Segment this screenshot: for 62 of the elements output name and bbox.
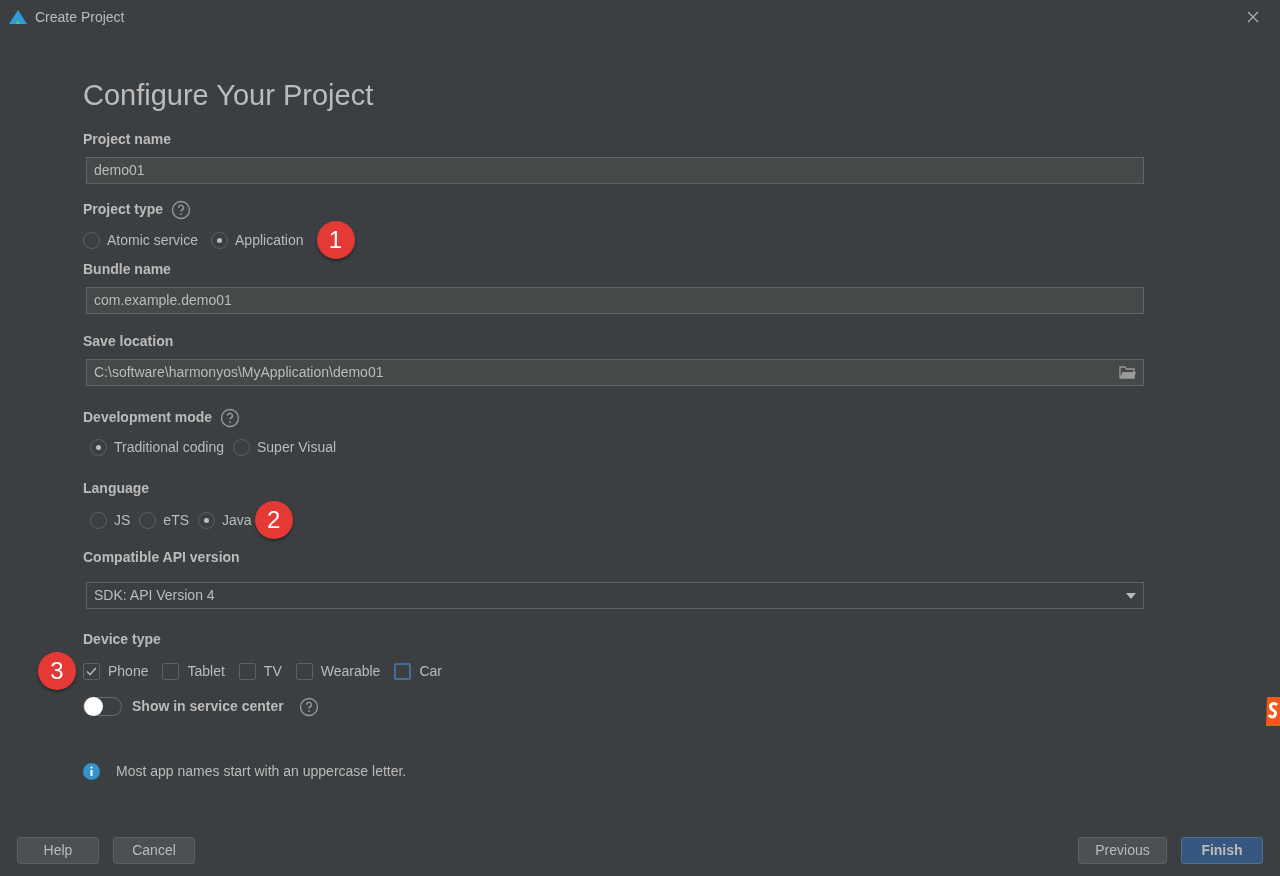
radio-button[interactable] <box>211 231 229 249</box>
field-label: Development mode <box>83 408 213 427</box>
caret-icon <box>1126 592 1136 599</box>
radio-label[interactable]: Traditional coding <box>114 437 224 458</box>
folder-icon[interactable] <box>1119 366 1136 379</box>
checkbox-option[interactable]: TV <box>238 660 282 682</box>
dialog-button[interactable]: Finish <box>1181 837 1263 864</box>
info-icon <box>83 763 100 780</box>
radio-button[interactable] <box>90 439 107 456</box>
step-marker: 1 <box>316 221 355 259</box>
checkbox[interactable] <box>238 662 256 680</box>
text-field[interactable]: com.example.demo01 <box>86 287 1144 314</box>
radio-label[interactable]: JS <box>114 509 131 531</box>
checkbox[interactable] <box>83 662 100 680</box>
help-icon[interactable] <box>171 199 192 220</box>
text-field[interactable]: demo01 <box>86 157 1144 184</box>
field-label: Save location <box>83 332 174 351</box>
toggle-switch[interactable] <box>83 697 122 716</box>
check-icon <box>86 666 97 676</box>
radio-label[interactable]: eTS <box>163 509 190 531</box>
close-icon[interactable] <box>1247 11 1259 23</box>
info-message: Most app names start with an uppercase letter. <box>116 762 407 781</box>
dialog-button[interactable]: Previous <box>1078 837 1167 864</box>
step-marker: 2 <box>254 501 293 539</box>
checkbox-label[interactable]: Phone <box>108 660 149 682</box>
dropdown[interactable]: SDK: API Version 4 <box>86 582 1144 609</box>
checkbox-label[interactable]: Car <box>419 660 442 682</box>
checkbox[interactable] <box>162 662 180 680</box>
field-label: Project type <box>83 200 164 219</box>
help-icon[interactable] <box>220 407 241 428</box>
step-marker: 3 <box>38 652 76 690</box>
checkbox-option[interactable]: Car <box>394 660 442 682</box>
dialog-button[interactable]: Cancel <box>113 837 195 864</box>
checkbox-option[interactable]: Tablet <box>162 660 225 682</box>
checkbox[interactable] <box>295 662 313 680</box>
field-label: Bundle name <box>83 260 171 279</box>
radio-button[interactable] <box>83 231 100 249</box>
field-label: Language <box>83 479 150 498</box>
field-label: Device type <box>83 630 161 649</box>
radio-label[interactable]: Atomic service <box>107 229 199 251</box>
checkbox-option[interactable]: Phone <box>83 660 149 682</box>
checkbox-label[interactable]: Wearable <box>320 660 381 682</box>
window-title: Create Project <box>35 7 125 27</box>
radio-button[interactable] <box>90 511 107 529</box>
radio-label[interactable]: Java <box>222 509 252 531</box>
logo-icon <box>9 10 27 24</box>
radio-label[interactable]: Application <box>235 229 304 251</box>
field-label: Project name <box>83 130 171 149</box>
toggle-label: Show in service center <box>132 697 284 716</box>
radio-button[interactable] <box>198 511 216 529</box>
checkbox-label[interactable]: Tablet <box>187 660 225 682</box>
checkbox[interactable] <box>394 662 412 680</box>
text-field[interactable]: C:\software\harmonyos\MyApplication\demo01 <box>86 359 1144 386</box>
dialog-button[interactable]: Help <box>17 837 99 864</box>
radio-label[interactable]: Super Visual <box>257 437 337 458</box>
radio-button[interactable] <box>233 439 250 456</box>
help-icon[interactable] <box>298 696 319 717</box>
page-heading: Configure Your Project <box>83 78 375 113</box>
field-label: Compatible API version <box>83 548 240 567</box>
checkbox-label[interactable]: TV <box>263 660 282 682</box>
radio-button[interactable] <box>139 511 157 529</box>
checkbox-option[interactable]: Wearable <box>295 660 381 682</box>
